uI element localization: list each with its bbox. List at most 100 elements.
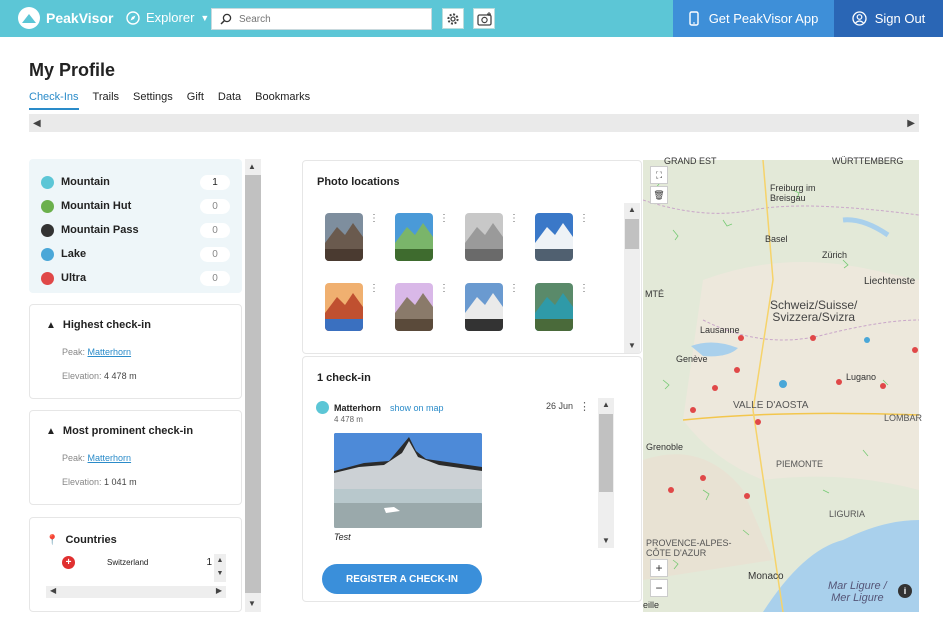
photo-thumbnail[interactable] [395,213,433,261]
photo-menu-icon[interactable]: ⋮ [509,284,519,294]
category-ultra[interactable]: Ultra 0 [41,266,230,290]
search-input[interactable] [239,13,419,25]
checkins-scroll-up-icon[interactable]: ▲ [602,400,610,409]
mountain-icon [41,175,54,189]
photo-menu-icon[interactable]: ⋮ [439,284,449,294]
photo-menu-icon[interactable]: ⋮ [369,214,379,224]
category-count: 0 [200,222,230,238]
top-bar: PeakVisor Explorer ▼ Get PeakVisor App S… [0,0,943,37]
countries-card: 📍 Countries + Switzerland 1 ▲ ▼ ◀ ▶ [29,517,242,612]
photo-thumbnail[interactable] [535,213,573,261]
peak-icon: ▲ [46,319,56,331]
get-app-button[interactable]: Get PeakVisor App [673,0,834,37]
app-root: PeakVisor Explorer ▼ Get PeakVisor App S… [0,0,943,619]
photos-scroll-down-icon[interactable]: ▼ [628,341,636,350]
search-box[interactable] [211,8,432,30]
highest-checkin-card: ▲ Highest check-in Peak: Matterhorn Eleva… [29,304,242,399]
zoom-in-button[interactable]: + [650,559,668,577]
get-app-label: Get PeakVisor App [708,11,819,26]
info-icon[interactable]: i [898,584,912,598]
elevation-label: Elevation: [62,371,102,381]
category-label: Lake [61,248,87,260]
photo-thumbnail[interactable] [325,283,363,331]
photo-menu-icon[interactable]: ⋮ [369,284,379,294]
hut-icon [41,199,54,213]
photo-menu-icon[interactable]: ⋮ [579,284,589,294]
tab-settings[interactable]: Settings [133,91,173,110]
photo-thumbnail[interactable] [395,283,433,331]
sign-out-button[interactable]: Sign Out [834,0,943,37]
category-mountain-pass[interactable]: Mountain Pass 0 [41,218,230,242]
tab-trails[interactable]: Trails [93,91,119,110]
scroll-up-icon[interactable]: ▲ [248,162,256,171]
country-row[interactable]: + Switzerland 1 [62,556,212,569]
photos-scroll-up-icon[interactable]: ▲ [628,205,636,214]
photo-thumbnail[interactable] [325,213,363,261]
ultra-icon [41,271,54,285]
brand-logo[interactable]: PeakVisor [18,7,113,29]
countries-vscroll[interactable]: ▲ ▼ [214,554,226,582]
photo-menu-icon[interactable]: ⋮ [439,214,449,224]
checkin-photo[interactable] [334,433,482,528]
photos-scroll-thumb[interactable] [625,219,639,249]
checkins-scroll-down-icon[interactable]: ▼ [602,536,610,545]
category-label: Mountain [61,176,110,188]
explorer-menu[interactable]: Explorer ▼ [126,10,209,25]
category-mountain[interactable]: Mountain 1 [41,170,230,194]
checkin-date: 26 Jun [546,401,574,411]
user-icon [852,11,867,26]
photo-locations-panel: Photo locations ⋮⋮⋮⋮⋮⋮⋮⋮⋮⋮⋮⋮ [302,160,642,354]
map-label-liguria: LIGURIA [829,509,866,519]
map-label-grand-est: GRAND EST [664,156,717,166]
category-lake[interactable]: Lake 0 [41,242,230,266]
scroll-down-icon[interactable]: ▼ [248,599,256,608]
checkin-caption: Test [334,532,351,542]
zoom-out-button[interactable]: − [650,579,668,597]
map-label-valle-daosta: VALLE D'AOSTA [733,400,809,411]
mountain-icon [316,401,329,414]
checkin-menu-icon[interactable]: ⋮ [579,400,590,413]
settings-button[interactable] [442,8,464,29]
scroll-left-icon[interactable]: ◀ [33,118,41,129]
photo-thumbnail[interactable] [395,353,433,354]
prominent-peak-link[interactable]: Matterhorn [88,453,132,463]
prominent-checkin-card: ▲ Most prominent check-in Peak: Matterhor… [29,410,242,505]
chevron-down-icon: ▼ [200,12,210,23]
prominent-peak-row: Peak: Matterhorn [62,453,225,463]
map-delete-button[interactable]: 🗑 [650,186,668,204]
photo-thumbnail[interactable] [465,283,503,331]
highest-title: Highest check-in [62,319,151,331]
tab-check-ins[interactable]: Check-Ins [29,91,79,110]
checkins-scroll-thumb[interactable] [599,414,613,492]
checkin-categories: Mountain 1 Mountain Hut 0 Mountain Pass … [29,159,242,293]
horizontal-scrollbar[interactable]: ◀ ▶ [29,114,919,132]
photo-menu-icon[interactable]: ⋮ [579,214,589,224]
tab-gift[interactable]: Gift [187,91,204,110]
countries-hscroll[interactable]: ◀ ▶ [46,586,226,598]
map-label-switzerland: Schweiz/Suisse/ Svizzera/Svizra [770,298,858,324]
photo-locations-title: Photo locations [317,176,400,188]
show-on-map-link[interactable]: show on map [390,403,444,413]
register-checkin-button[interactable]: REGISTER A CHECK-IN [322,564,482,594]
tab-bookmarks[interactable]: Bookmarks [255,91,310,110]
page-title: My Profile [29,60,116,80]
map-label-lombardia: LOMBAR [884,413,923,423]
tab-data[interactable]: Data [218,91,241,110]
highest-peak-link[interactable]: Matterhorn [88,347,132,357]
peakvisor-logo-icon [18,7,40,29]
photo-thumbnail[interactable] [535,353,573,354]
sign-out-label: Sign Out [874,11,926,26]
photo-menu-icon[interactable]: ⋮ [509,214,519,224]
category-mountain-hut[interactable]: Mountain Hut 0 [41,194,230,218]
photo-upload-button[interactable] [473,8,495,29]
map-label-paca: PROVENCE-ALPES- CÔTE D'AZUR [646,538,732,558]
highest-peak-row: Peak: Matterhorn [62,347,225,357]
photo-thumbnail[interactable] [325,353,363,354]
photo-thumbnail[interactable] [465,353,503,354]
photo-thumbnail[interactable] [465,213,503,261]
photo-thumbnail[interactable] [535,283,573,331]
map-select-button[interactable]: ⛶ [650,166,668,184]
scroll-right-icon[interactable]: ▶ [907,118,915,129]
brand-name: PeakVisor [46,10,114,26]
left-scroll-thumb[interactable] [245,175,261,593]
